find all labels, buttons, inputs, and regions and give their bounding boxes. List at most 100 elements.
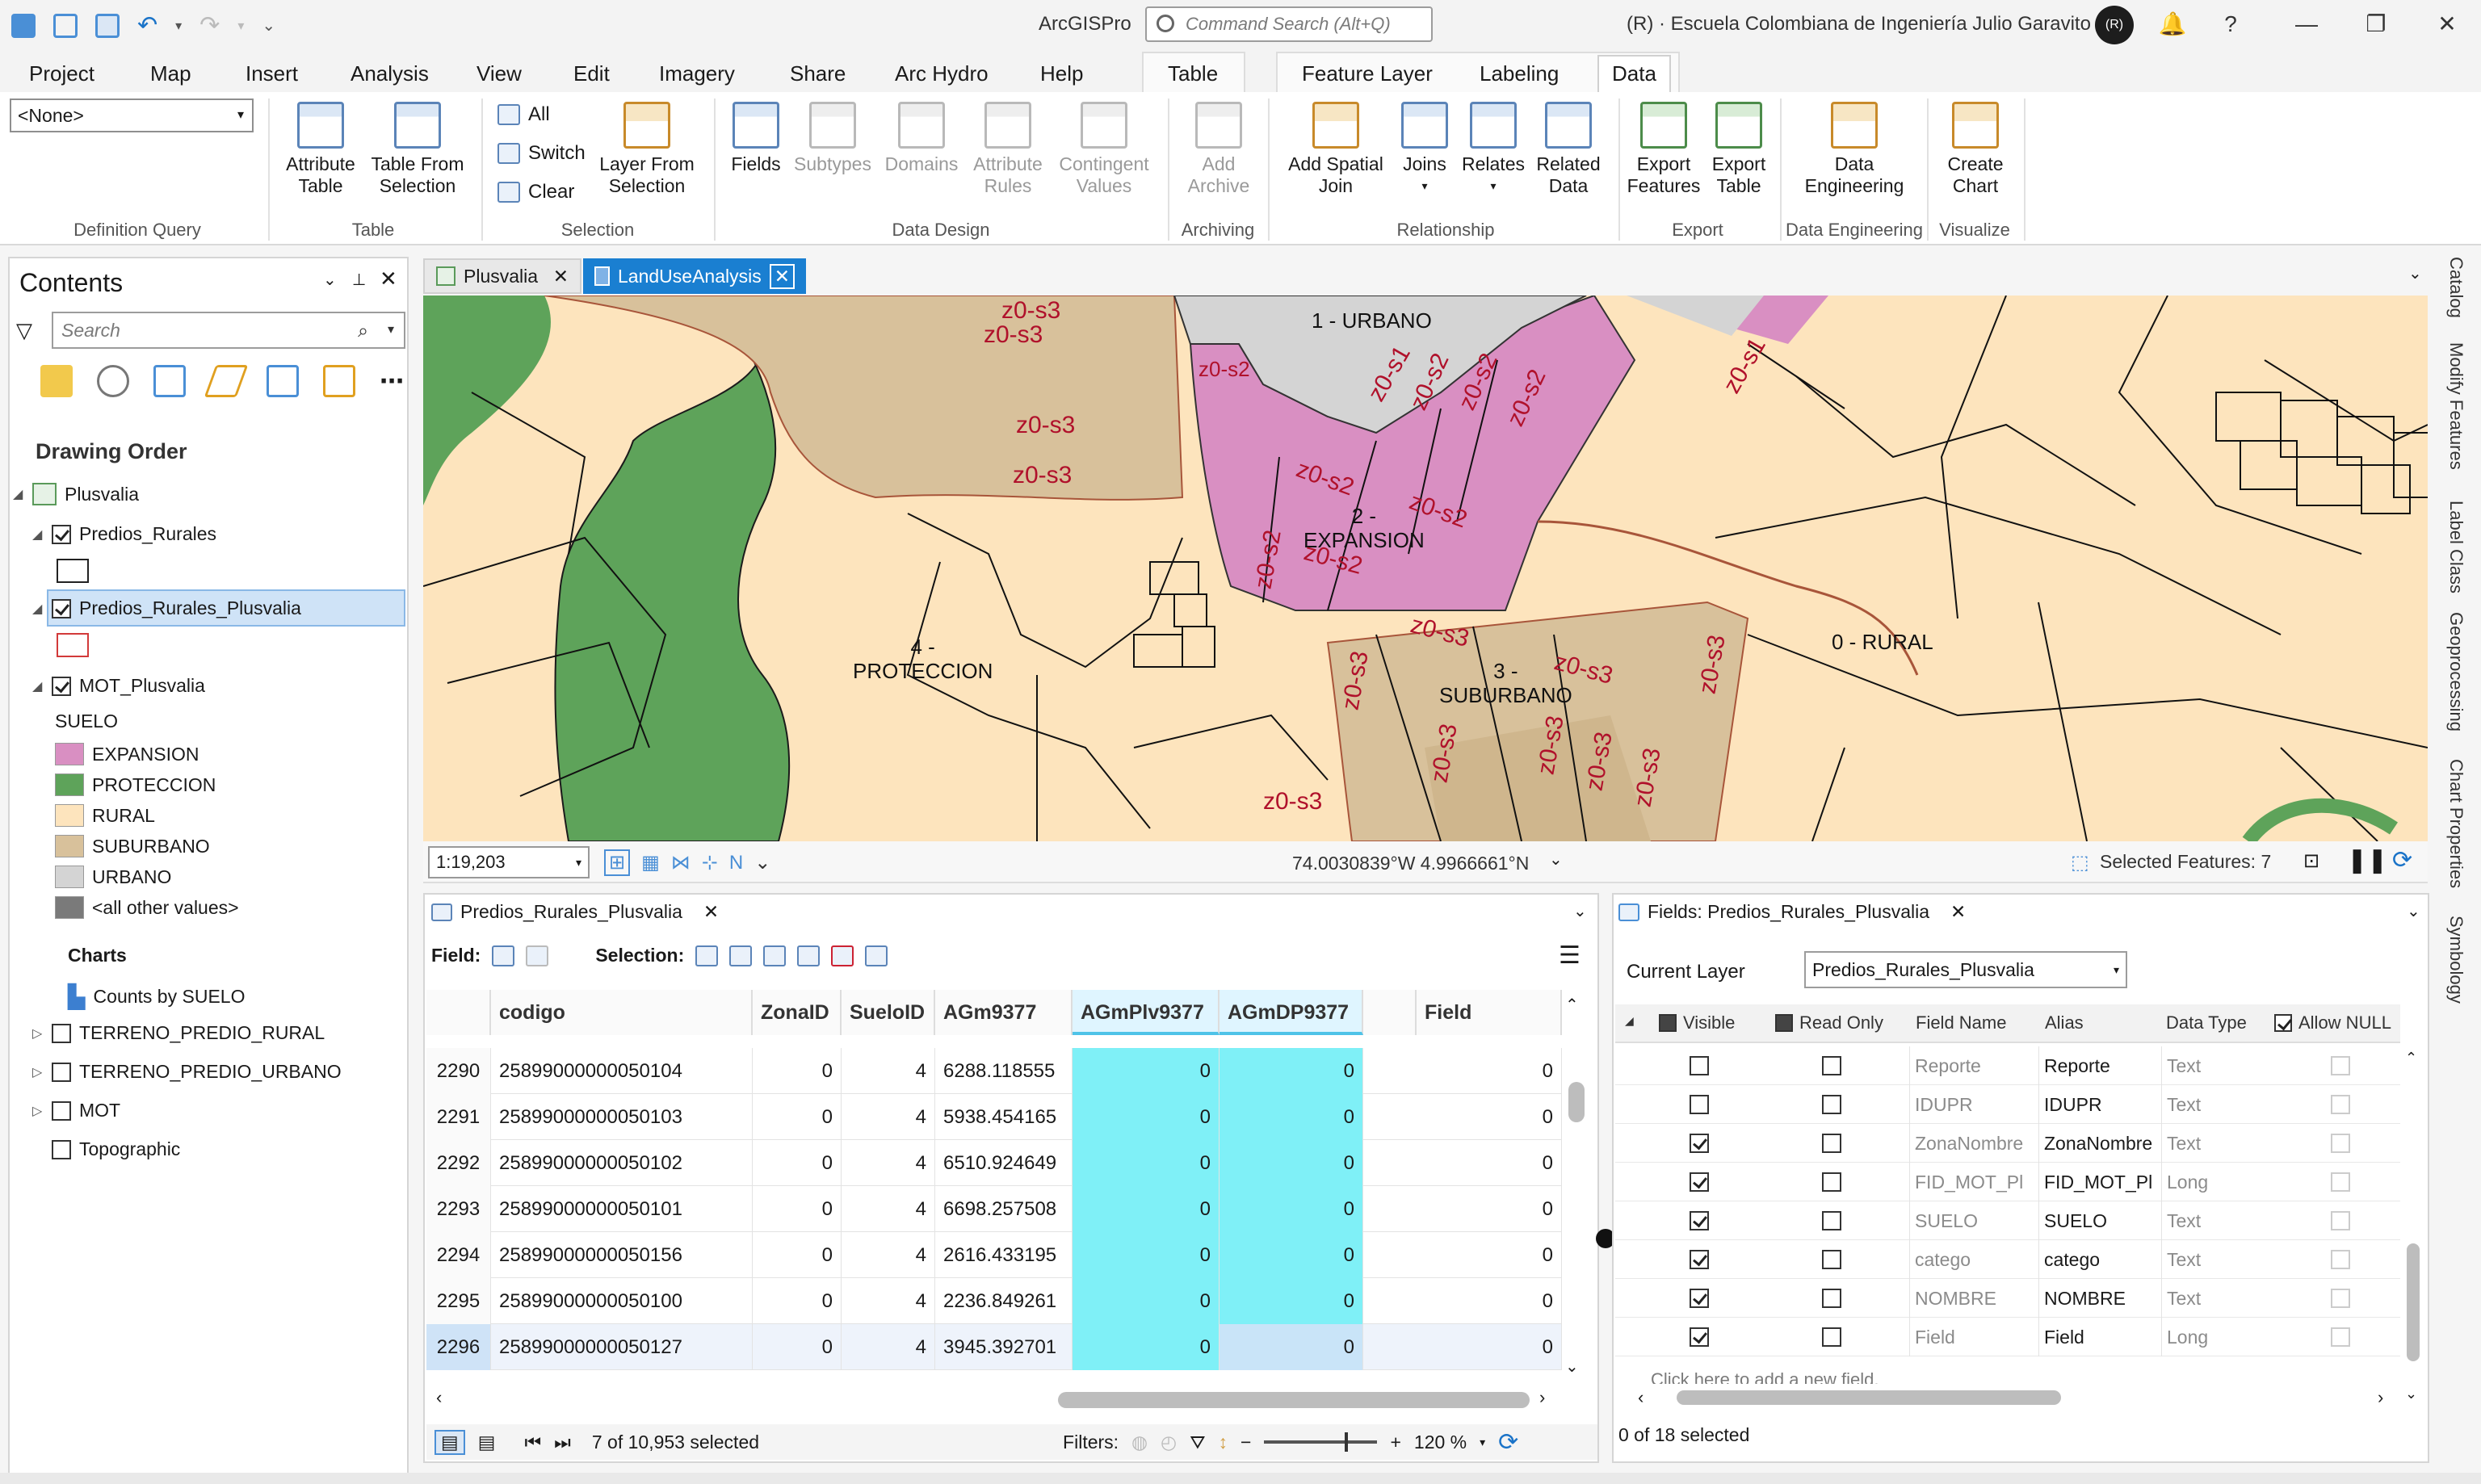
- dock-tab-geoprocessing[interactable]: Geoprocessing: [2445, 612, 2466, 732]
- visible-cell[interactable]: [1685, 1279, 1749, 1318]
- data-type-cell[interactable]: Text: [2161, 1046, 2263, 1085]
- snapping-view-icon[interactable]: [267, 365, 299, 397]
- table-cell-codigo[interactable]: 25899000000050101: [491, 1186, 753, 1232]
- read-only-checkbox[interactable]: [1822, 1250, 1841, 1269]
- legend-item[interactable]: URBANO: [55, 866, 171, 888]
- tab-imagery[interactable]: Imagery: [651, 58, 743, 90]
- table-row[interactable]: 2290 25899000000050104 0 4 6288.118555 0 0 0: [426, 1048, 1562, 1094]
- column-header-visible[interactable]: Visible: [1659, 1012, 1735, 1033]
- field-row[interactable]: Reporte Reporte Text: [1615, 1046, 2400, 1085]
- add-archive-button[interactable]: Add Archive: [1176, 102, 1261, 197]
- visible-checkbox[interactable]: [1690, 1327, 1709, 1347]
- table-cell-zona[interactable]: 0: [753, 1278, 842, 1324]
- column-header-zonaid[interactable]: ZonaID: [753, 990, 842, 1035]
- legend-item[interactable]: EXPANSION: [55, 743, 199, 765]
- close-icon[interactable]: ✕: [2431, 8, 2463, 40]
- table-cell-zona[interactable]: 0: [753, 1232, 842, 1278]
- data-type-cell[interactable]: Long: [2161, 1163, 2263, 1201]
- field-name-cell[interactable]: Field: [1909, 1318, 2034, 1356]
- table-row[interactable]: 2294 25899000000050156 0 4 2616.433195 0 0 0: [426, 1232, 1562, 1278]
- layer-terreno-predio-rural[interactable]: ▷ TERRENO_PREDIO_RURAL: [32, 1022, 325, 1044]
- read-only-all-checkbox[interactable]: [1775, 1014, 1793, 1032]
- table-cell-id[interactable]: 2292: [426, 1140, 491, 1186]
- scroll-down-icon[interactable]: ⌄: [1565, 1356, 1579, 1377]
- dock-tab-chart-properties[interactable]: Chart Properties: [2445, 759, 2466, 888]
- table-row[interactable]: 2295 25899000000050100 0 4 2236.849261 0 0 0: [426, 1278, 1562, 1324]
- zoom-in-icon[interactable]: +: [1390, 1432, 1400, 1453]
- export-table-button[interactable]: Export Table: [1704, 102, 1774, 197]
- table-cell-codigo[interactable]: 25899000000050100: [491, 1278, 753, 1324]
- pause-drawing-icon[interactable]: ❚❚: [2347, 846, 2387, 874]
- expand-caret-icon[interactable]: ▷: [32, 1103, 44, 1119]
- close-icon[interactable]: ✕: [1950, 901, 1966, 923]
- column-header-read-only[interactable]: Read Only: [1775, 1012, 1883, 1033]
- read-only-cell[interactable]: [1817, 1279, 1882, 1318]
- vertical-scrollbar-thumb[interactable]: [1568, 1082, 1585, 1122]
- table-cell-id[interactable]: 2291: [426, 1094, 491, 1140]
- tab-analysis[interactable]: Analysis: [342, 58, 437, 90]
- tab-map[interactable]: Map: [142, 58, 199, 90]
- read-only-cell[interactable]: [1817, 1201, 1882, 1240]
- export-features-button[interactable]: Export Features: [1623, 102, 1704, 197]
- minimize-icon[interactable]: —: [2290, 8, 2323, 40]
- layer-mot[interactable]: ▷ MOT: [32, 1100, 120, 1121]
- filter-icon[interactable]: ▽: [16, 318, 32, 343]
- labeling-view-icon[interactable]: [323, 365, 355, 397]
- help-icon[interactable]: ?: [2214, 8, 2247, 40]
- undo-dropdown-icon[interactable]: ▾: [175, 18, 182, 34]
- data-source-icon[interactable]: [97, 365, 129, 397]
- data-type-cell[interactable]: Text: [2161, 1240, 2263, 1279]
- read-only-checkbox[interactable]: [1822, 1056, 1841, 1075]
- column-header-codigo[interactable]: codigo: [491, 990, 753, 1035]
- dock-tab-modify-features[interactable]: Modify Features: [2445, 342, 2466, 470]
- visible-checkbox[interactable]: [1690, 1250, 1709, 1269]
- close-icon[interactable]: ✕: [703, 901, 719, 923]
- dock-tab-label-class[interactable]: Label Class: [2445, 501, 2466, 593]
- fixed-zoom-icon[interactable]: ⊞: [604, 849, 631, 876]
- tab-help[interactable]: Help: [1032, 58, 1091, 90]
- table-cell-dp[interactable]: 0: [1220, 1278, 1363, 1324]
- calculate-field-icon[interactable]: [526, 945, 549, 966]
- field-row[interactable]: NOMBRE NOMBRE Text: [1615, 1279, 2400, 1318]
- table-cell-plv[interactable]: 0: [1073, 1324, 1220, 1370]
- tab-insert[interactable]: Insert: [237, 58, 306, 90]
- alias-cell[interactable]: IDUPR: [2038, 1085, 2158, 1124]
- alias-cell[interactable]: FID_MOT_Pl: [2038, 1163, 2158, 1201]
- table-cell-suelo[interactable]: 4: [842, 1048, 935, 1094]
- table-row[interactable]: 2292 25899000000050102 0 4 6510.924649 0 0 0: [426, 1140, 1562, 1186]
- dock-tab-catalog[interactable]: Catalog: [2445, 257, 2466, 318]
- visible-all-checkbox[interactable]: [1659, 1014, 1677, 1032]
- redo-icon[interactable]: ↷: [199, 11, 220, 40]
- data-engineering-button[interactable]: Data Engineering: [1790, 102, 1919, 197]
- column-header-sueloid[interactable]: SueloID: [842, 990, 935, 1035]
- visible-checkbox[interactable]: [1690, 1095, 1709, 1114]
- read-only-checkbox[interactable]: [1822, 1134, 1841, 1153]
- layer-visibility-checkbox[interactable]: [52, 1062, 71, 1082]
- allow-null-cell[interactable]: [2326, 1085, 2374, 1124]
- attribute-table-button[interactable]: Attribute Table: [276, 102, 365, 197]
- table-cell-agm[interactable]: 3945.392701: [935, 1324, 1073, 1370]
- add-field-hint[interactable]: Click here to add a new field.: [1651, 1369, 1879, 1384]
- read-only-cell[interactable]: [1817, 1046, 1882, 1085]
- table-cell-zona[interactable]: 0: [753, 1186, 842, 1232]
- clear-selection-icon[interactable]: [797, 945, 821, 966]
- table-cell-agm[interactable]: 2236.849261: [935, 1278, 1073, 1324]
- select-all-button[interactable]: All: [497, 103, 550, 126]
- table-cell-agm[interactable]: 2616.433195: [935, 1232, 1073, 1278]
- field-name-cell[interactable]: Reporte: [1909, 1046, 2034, 1085]
- allow-null-cell[interactable]: [2326, 1124, 2374, 1163]
- table-cell-plv[interactable]: 0: [1073, 1140, 1220, 1186]
- table-cell-id[interactable]: 2294: [426, 1232, 491, 1278]
- chevron-down-icon[interactable]: ⌄: [1549, 849, 1563, 870]
- fields-button[interactable]: Fields: [724, 102, 788, 175]
- contents-search-input[interactable]: Search ⌕ ▾: [52, 312, 405, 349]
- expand-caret-icon[interactable]: ◢: [32, 678, 44, 694]
- table-cell-plv[interactable]: 0: [1073, 1278, 1220, 1324]
- visible-cell[interactable]: [1685, 1085, 1749, 1124]
- tab-map-plusvalia[interactable]: Plusvalia ✕: [423, 258, 581, 294]
- field-row[interactable]: IDUPR IDUPR Text: [1615, 1085, 2400, 1124]
- visible-checkbox[interactable]: [1690, 1134, 1709, 1153]
- chevron-down-icon[interactable]: ⌄: [2408, 263, 2422, 283]
- zoom-to-selection-icon[interactable]: [729, 945, 753, 966]
- read-only-cell[interactable]: [1817, 1240, 1882, 1279]
